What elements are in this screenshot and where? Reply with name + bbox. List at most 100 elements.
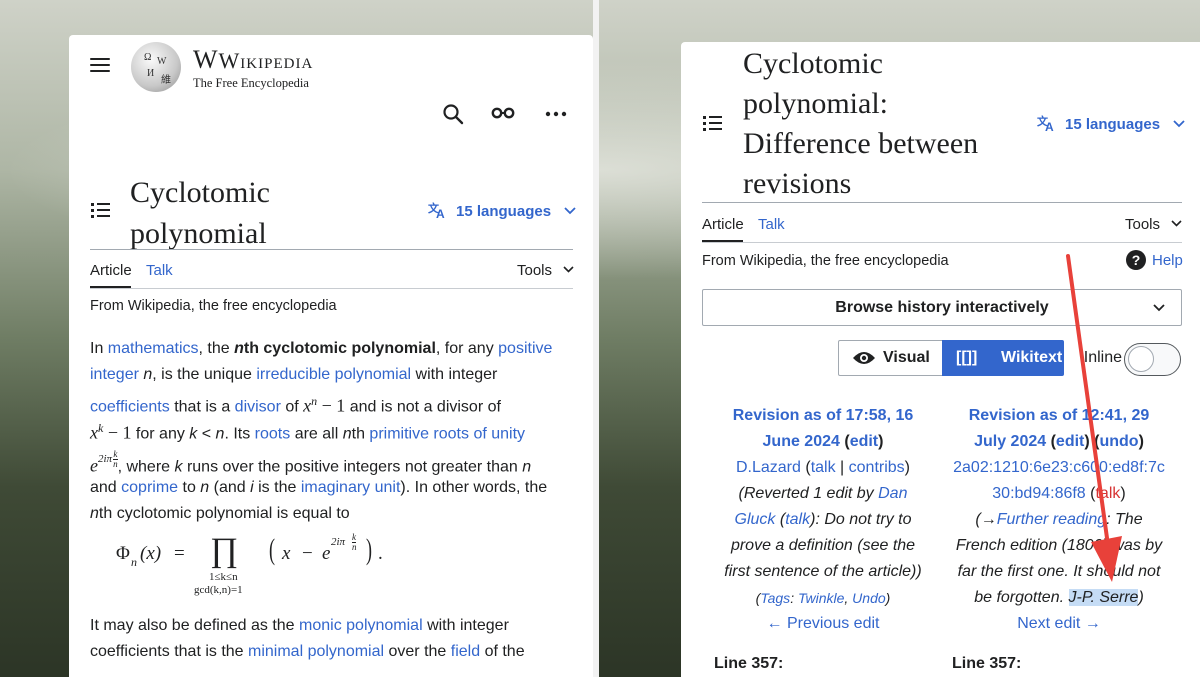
new-revision-date-link[interactable]: July 2024 [974,433,1046,450]
link-minimal-polynomial[interactable]: minimal polynomial [248,643,384,660]
paragraph-line: xk − 1 for any k < n. Its roots are all … [90,421,526,443]
title-line: Cyclotomic [743,47,883,80]
undo-link[interactable]: undo [1099,433,1138,450]
edit-summary-line: far the first one. It should not [957,563,1161,580]
chevron-down-icon [1153,304,1165,312]
paragraph-line: coefficients that is the minimal polynom… [90,643,525,660]
visual-diff-button[interactable]: Visual [838,340,943,376]
link-irreducible-polynomial[interactable]: irreducible polynomial [256,366,411,383]
link-field[interactable]: field [451,643,480,660]
page-title: Cyclotomic polynomial [130,172,270,254]
svg-text:A: A [436,207,445,219]
more-options-icon[interactable] [545,111,567,117]
link-positive-integer[interactable]: positive [498,340,552,357]
table-of-contents-icon[interactable] [703,115,723,131]
old-line-number: Line 357: [714,655,784,672]
old-revision-link[interactable]: Revision as of 17:58, 16 [703,403,943,429]
paragraph-line: and coprime to n (and i is the imaginary… [90,479,548,496]
language-selector[interactable]: 文A 15 languages [1037,114,1185,134]
new-revision-link[interactable]: Revision as of 12:41, 29 [939,403,1179,429]
site-sub: From Wikipedia, the free encyclopedia [90,298,337,314]
table-of-contents-icon[interactable] [91,202,111,218]
title-line: Difference between [743,127,979,160]
left-screenshot-article: ΩWИ維 WWikipedia The Free Encyclopedia #l… [69,35,593,677]
wikipedia-wordmark[interactable]: WWikipedia The Free Encyclopedia [193,45,313,91]
tab-talk[interactable]: Talk [758,216,785,233]
old-edit-link[interactable]: edit [850,433,878,450]
reverted-user-link[interactable]: Dan [878,485,907,502]
inline-label: Inline [1083,349,1122,366]
title-line: revisions [743,167,852,200]
reverted-user-talk-link[interactable]: talk [785,511,810,528]
link-divisor[interactable]: divisor [235,398,281,415]
language-selector[interactable]: 文A 15 languages [428,201,576,221]
wikitext-icon: [[]] [956,349,978,366]
link-positive-integer[interactable]: integer [90,366,139,383]
paragraph-line: It may also be defined as the monic poly… [90,617,509,634]
title-line: polynomial [130,217,267,250]
watchlist-glasses-icon[interactable] [491,106,515,120]
old-user-talk-link[interactable]: talk [811,459,836,476]
tab-talk[interactable]: Talk [146,262,173,279]
new-revision-header: Revision as of 12:41, 29 July 2024 (edit… [939,403,1179,637]
help-icon: ? [1126,250,1146,270]
paragraph-line: In mathematics, the nth cyclotomic polyn… [90,340,553,357]
menu-icon[interactable] [90,58,110,72]
chevron-down-icon [563,266,574,273]
paragraph-line: nth cyclotomic polynomial is equal to [90,505,350,522]
paragraph-line: integer n, is the unique irreducible pol… [90,366,498,383]
link-monic-polynomial[interactable]: monic polynomial [299,617,423,634]
title-line: Cyclotomic [130,176,270,209]
old-revision-date-link[interactable]: June 2024 [763,433,840,450]
chevron-down-icon [1171,220,1182,227]
section-link-further-reading[interactable]: Further reading [997,511,1106,528]
tag-twinkle-link[interactable]: Twinkle [798,590,844,606]
next-edit-link[interactable]: Next edit → [1017,615,1101,632]
link-primitive-roots-of-unity[interactable]: primitive roots of unity [369,425,525,442]
help-link[interactable]: ? Help [1126,250,1183,270]
inline-toggle[interactable] [1124,343,1181,376]
wordmark-text: WWikipedia [193,45,314,74]
split-divider [593,0,599,677]
wikitext-diff-button[interactable]: [[]] Wikitext [942,340,1064,376]
cyclotomic-formula: Φ n (x) = ∏ 1≤k≤n gcd(k,n)=1 ( x − e 2iπ… [116,532,383,597]
ip-user-talk-link[interactable]: talk [1095,485,1120,502]
link-coprime[interactable]: coprime [121,479,178,496]
language-count: 15 languages [1065,116,1161,133]
search-icon[interactable] [442,103,464,125]
translate-icon: 文A [1037,114,1054,134]
ip-user-link[interactable]: 30:bd94:86f8 [992,485,1085,502]
language-count: 15 languages [456,203,552,220]
tab-article[interactable]: Article [90,262,132,279]
reverted-user-link[interactable]: Gluck [735,511,776,528]
title-line: polynomial: [743,87,888,120]
edit-summary-line: first sentence of the article)) [724,563,922,580]
translate-icon: 文A [428,201,445,221]
previous-edit-link[interactable]: ← Previous edit [767,615,880,632]
link-roots[interactable]: roots [255,425,291,442]
link-imaginary-unit[interactable]: imaginary unit [301,479,401,496]
chevron-down-icon [1173,120,1185,128]
browse-history-dropdown[interactable]: Browse history interactively [702,289,1182,326]
new-line-number: Line 357: [952,655,1022,672]
wikipedia-globe-logo[interactable]: ΩWИ維 [131,42,181,92]
svg-text:A: A [1045,120,1054,132]
wordmark-tagline: The Free Encyclopedia [193,76,309,90]
old-user-link[interactable]: D.Lazard [736,459,801,476]
tools-menu[interactable]: Tools [1125,216,1182,233]
old-user-contribs-link[interactable]: contribs [849,459,905,476]
tags-link[interactable]: Tags [760,590,790,606]
tools-menu[interactable]: Tools [517,262,574,279]
svg-text:?: ? [1132,252,1141,268]
new-edit-link[interactable]: edit [1056,433,1084,450]
ip-user-link[interactable]: 2a02:1210:6e23:c600:ed8f:7c [953,459,1165,476]
chevron-down-icon [564,207,576,215]
tag-undo-link[interactable]: Undo [852,590,885,606]
link-mathematics[interactable]: mathematics [108,340,199,357]
right-screenshot-diff: Cyclotomic polynomial: Difference betwee… [681,42,1200,677]
site-sub: From Wikipedia, the free encyclopedia [702,253,949,269]
highlighted-signature: J-P. Serre [1068,589,1139,606]
edit-summary-line: prove a definition (see the [730,537,916,554]
tab-article[interactable]: Article [702,216,744,233]
link-coefficients[interactable]: coefficients [90,398,170,415]
